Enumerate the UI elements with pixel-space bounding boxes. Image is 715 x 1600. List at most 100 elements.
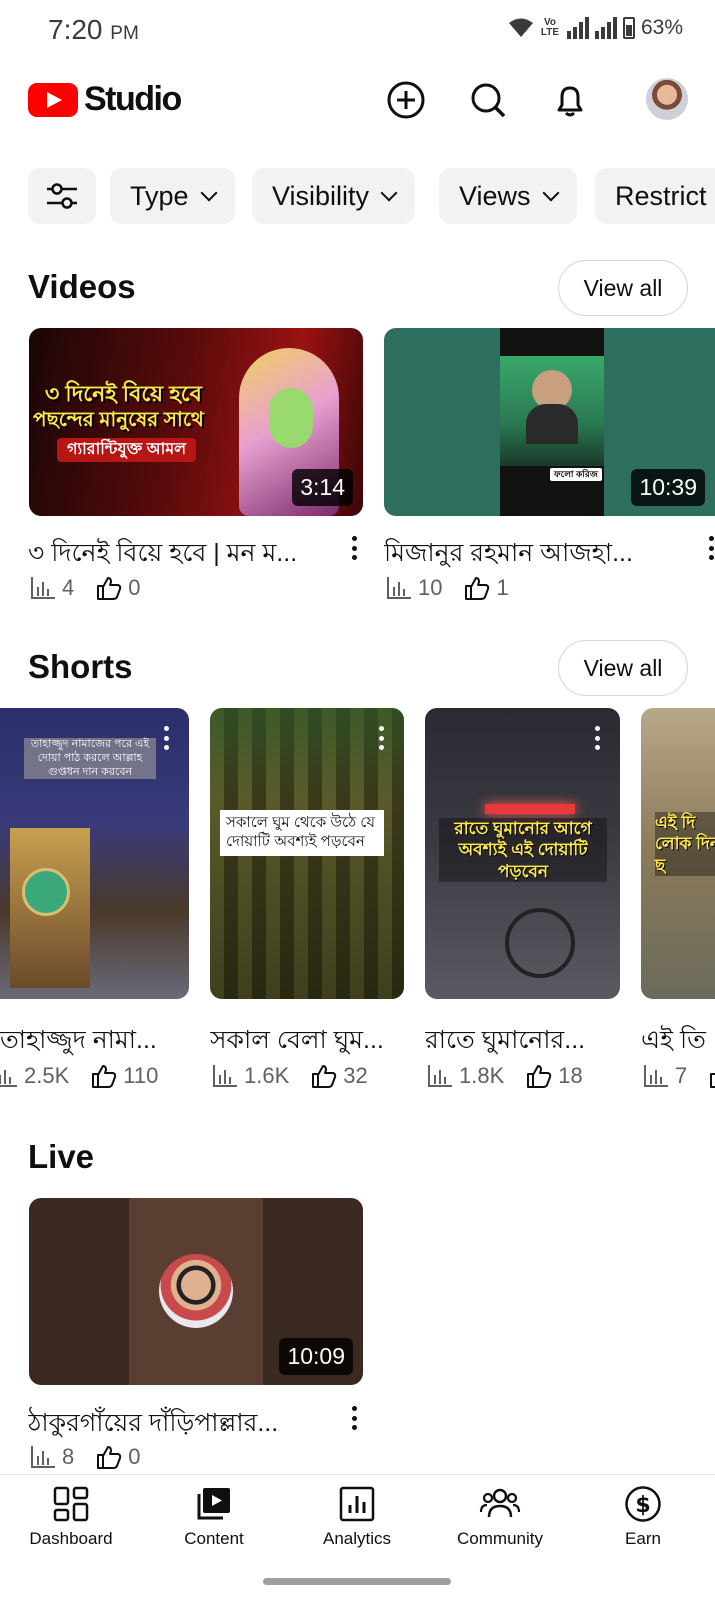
shorts-view-all-button[interactable]: View all <box>558 640 688 696</box>
battery-percent: 63% <box>640 16 683 39</box>
chip-visibility[interactable]: Visibility <box>252 168 416 224</box>
search-icon <box>471 83 506 118</box>
short-overlay-text: রাতে ঘুমানোর আগে অবশ্যই এই দোয়াটি পড়বে… <box>439 818 607 882</box>
nav-label: Dashboard <box>29 1529 113 1548</box>
short-thumbnail[interactable]: তাহাজ্জুদ নামাজের পরে এই দোয়া পাঠ করলে … <box>0 708 189 999</box>
chip-type[interactable]: Type <box>110 168 235 224</box>
chip-views[interactable]: Views <box>439 168 577 224</box>
like-icon <box>465 577 490 600</box>
analytics-icon <box>339 1486 375 1522</box>
short-more-menu[interactable] <box>592 726 602 750</box>
view-count: 10 <box>418 575 443 600</box>
nav-dashboard[interactable]: Dashboard <box>6 1485 136 1549</box>
live-stats: 8 0 <box>30 1444 141 1470</box>
short-title[interactable]: এই তি <box>641 1020 715 1063</box>
create-button[interactable] <box>384 78 428 122</box>
short-thumbnail[interactable]: রাতে ঘুমানোর আগে অবশ্যই এই দোয়াটি পড়বে… <box>425 708 620 999</box>
views-chart-icon <box>31 1446 55 1468</box>
content-icon <box>197 1488 230 1520</box>
video-more-menu[interactable] <box>349 536 359 560</box>
notifications-button[interactable] <box>548 78 592 122</box>
live-thumbnail[interactable]: 10:09 <box>29 1198 363 1385</box>
filter-settings-chip[interactable] <box>28 168 96 224</box>
nav-analytics[interactable]: Analytics <box>292 1485 422 1549</box>
wifi-icon <box>508 18 533 37</box>
video-stats: 10 1 <box>386 575 509 601</box>
like-count: 32 <box>343 1063 368 1088</box>
thumbnail-frame: ফলো করিজ <box>500 328 604 516</box>
live-more-menu[interactable] <box>349 1406 359 1430</box>
chevron-down-icon <box>380 184 398 202</box>
battery-icon <box>622 17 635 39</box>
short-more-menu[interactable] <box>161 726 171 750</box>
like-count: 0 <box>128 575 141 600</box>
add-circle-icon <box>387 81 425 119</box>
short-more-menu[interactable] <box>376 726 386 750</box>
youtube-studio-logo[interactable]: Studio <box>28 80 182 119</box>
sliders-icon <box>47 183 77 209</box>
nav-label: Earn <box>625 1529 661 1548</box>
short-stats: 1.8K 18 <box>427 1063 583 1089</box>
video-stats: 4 0 <box>30 575 141 601</box>
search-button[interactable] <box>466 78 510 122</box>
video-duration: 10:39 <box>631 469 705 506</box>
video-title[interactable]: মিজানুর রহমান আজহা... <box>384 533 669 576</box>
video-thumbnail[interactable]: ফলো করিজ 10:39 <box>384 328 715 516</box>
live-section-title: Live <box>28 1138 95 1175</box>
nav-earn[interactable]: $ Earn <box>578 1485 708 1549</box>
short-stats: 2.5K 110 <box>0 1063 158 1089</box>
status-bar: 7:20 PM Vo LTE 63% <box>0 0 715 60</box>
like-count: 110 <box>123 1063 159 1088</box>
view-count: 4 <box>62 575 75 600</box>
video-thumbnail[interactable]: ৩ দিনেই বিয়ে হবে পছন্দের মানুষের সাথে গ… <box>29 328 363 516</box>
chip-restrictions[interactable]: Restrict <box>595 168 715 224</box>
short-title[interactable]: রাতে ঘুমানোর... <box>425 1020 619 1063</box>
nav-label: Community <box>457 1529 543 1548</box>
view-count: 1.6K <box>244 1063 290 1088</box>
community-icon <box>479 1488 521 1518</box>
videos-view-all-button[interactable]: View all <box>558 260 688 316</box>
nav-label: Content <box>184 1529 244 1548</box>
view-count: 8 <box>62 1444 75 1469</box>
views-chart-icon <box>0 1070 17 1087</box>
nav-community[interactable]: Community <box>435 1485 565 1549</box>
chevron-down-icon <box>542 184 560 202</box>
short-title[interactable]: সকাল বেলা ঘুম... <box>210 1020 406 1063</box>
short-title[interactable]: তাহাজ্জুদ নামা... <box>0 1020 180 1063</box>
short-thumbnail[interactable]: এই দি লোক দিন ছ <box>641 708 715 999</box>
short-overlay-text: এই দি লোক দিন ছ <box>655 812 715 876</box>
thumbnail-face <box>269 388 313 448</box>
bell-icon <box>557 86 583 117</box>
like-count: 18 <box>558 1063 583 1088</box>
video-duration: 3:14 <box>292 469 353 506</box>
chevron-down-icon <box>200 184 218 202</box>
home-indicator[interactable] <box>263 1578 451 1585</box>
views-chart-icon <box>213 1065 237 1087</box>
views-chart-icon <box>31 577 55 599</box>
view-count: 2.5K <box>24 1063 70 1088</box>
live-duration: 10:09 <box>279 1338 353 1375</box>
views-chart-icon <box>644 1065 668 1087</box>
videos-section-title: Videos <box>28 268 136 305</box>
signal-icon <box>566 17 589 39</box>
account-avatar[interactable] <box>646 78 688 120</box>
like-icon <box>97 1446 122 1469</box>
nav-label: Analytics <box>322 1529 392 1548</box>
views-chart-icon <box>387 577 411 599</box>
video-title[interactable]: ৩ দিনেই বিয়ে হবে | মন ম... <box>28 533 333 576</box>
short-thumbnail[interactable]: সকালে ঘুম থেকে উঠে যে দোয়াটি অবশ্যই পড়… <box>210 708 404 999</box>
video-more-menu[interactable] <box>706 536 715 560</box>
status-icons: Vo LTE 63% <box>508 16 683 40</box>
thumbnail-text-line: পছন্দের মানুষের সাথে <box>33 409 204 431</box>
like-icon <box>527 1065 552 1088</box>
logo-text: Studio <box>84 80 182 118</box>
thumbnail-text-line: ৩ দিনেই বিয়ে হবে <box>45 381 202 406</box>
views-chart-icon <box>428 1065 452 1087</box>
short-overlay-text: সকালে ঘুম থেকে উঠে যে দোয়াটি অবশ্যই পড়… <box>220 810 384 856</box>
like-icon <box>312 1065 337 1088</box>
dashboard-icon <box>53 1486 89 1522</box>
live-title[interactable]: ঠাকুরগাঁয়ের দাঁড়িপাল্লার... <box>28 1403 333 1446</box>
shorts-section-title: Shorts <box>28 648 133 685</box>
nav-content[interactable]: Content <box>149 1485 279 1549</box>
svg-text:$: $ <box>635 1493 650 1518</box>
